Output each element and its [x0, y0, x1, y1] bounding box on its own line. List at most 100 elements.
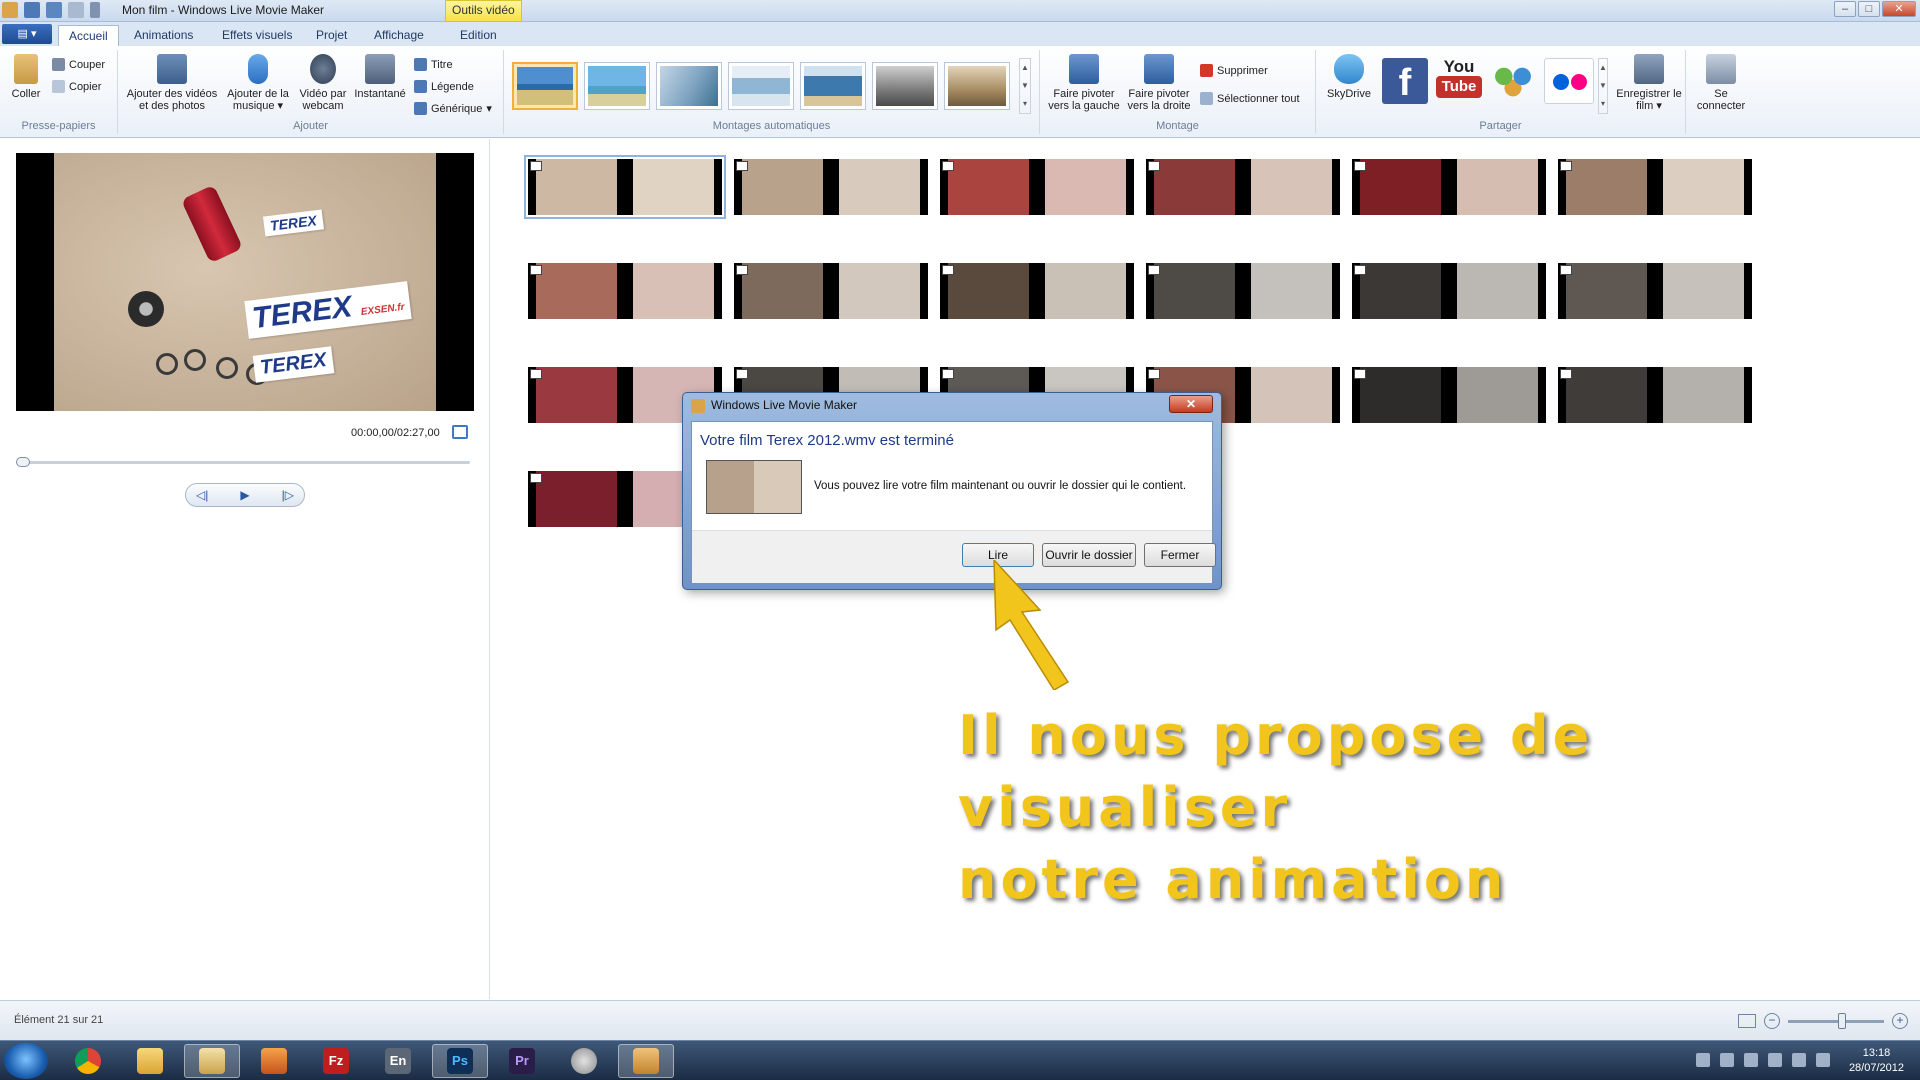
- share-gallery-scroll[interactable]: ▲ ▼ ▾: [1598, 58, 1608, 114]
- storyboard-clip[interactable]: [940, 263, 1134, 319]
- ring-part: [184, 349, 206, 371]
- zoom-out-icon[interactable]: −: [1764, 1013, 1780, 1029]
- network-icon[interactable]: [1744, 1053, 1758, 1067]
- clip-thumbnail: [734, 263, 831, 319]
- theme-fade[interactable]: [728, 62, 794, 110]
- dialog-close-button[interactable]: ✕: [1169, 395, 1213, 413]
- snapshot-button[interactable]: Instantané: [350, 54, 410, 100]
- preview-pane: TEREX TEREX EXSEN.fr TEREX 00:00,00/02:2…: [0, 139, 490, 999]
- sign-in-button[interactable]: Se connecter: [1692, 54, 1750, 112]
- zoom-slider[interactable]: [1788, 1012, 1884, 1029]
- save-movie-button[interactable]: Enregistrer le film ▾: [1614, 54, 1684, 112]
- cut-button[interactable]: Couper: [52, 58, 105, 71]
- undo-icon[interactable]: [46, 2, 62, 18]
- storyboard-clip[interactable]: [1558, 263, 1752, 319]
- previous-frame-icon[interactable]: ◁|: [196, 488, 208, 502]
- add-caption-button[interactable]: Légende: [414, 80, 474, 93]
- clip-thumbnail: [1352, 159, 1449, 215]
- rotate-right-button[interactable]: Faire pivoter vers la droite: [1124, 54, 1194, 112]
- photoshop-icon[interactable]: Ps: [432, 1044, 488, 1078]
- file-manager-icon[interactable]: [184, 1044, 240, 1078]
- customize-qat-icon[interactable]: [90, 2, 100, 18]
- storyboard-clip[interactable]: [1352, 159, 1546, 215]
- premiere-icon[interactable]: Pr: [494, 1044, 550, 1078]
- app-icon[interactable]: [2, 2, 18, 18]
- movie-maker-icon[interactable]: [618, 1044, 674, 1078]
- storyboard-clip[interactable]: [1352, 263, 1546, 319]
- volume-icon[interactable]: [1768, 1053, 1782, 1067]
- seek-bar[interactable]: [18, 461, 470, 464]
- show-hidden-icons[interactable]: [1696, 1053, 1710, 1067]
- select-all-button[interactable]: Sélectionner tout: [1200, 92, 1300, 105]
- tab-edition[interactable]: Edition: [450, 25, 507, 46]
- media-player-icon[interactable]: [246, 1044, 302, 1078]
- storyboard-clip[interactable]: [1558, 367, 1752, 423]
- play-icon[interactable]: ▶: [240, 488, 249, 502]
- webcam-video-button[interactable]: Vidéo par webcam: [296, 54, 350, 112]
- paste-button[interactable]: Coller: [8, 54, 44, 100]
- delete-button[interactable]: Supprimer: [1200, 64, 1268, 77]
- chrome-icon[interactable]: [60, 1044, 116, 1078]
- add-credits-button[interactable]: Générique ▾: [414, 102, 492, 115]
- close-window-button[interactable]: ✕: [1882, 1, 1916, 17]
- redo-icon[interactable]: [68, 2, 84, 18]
- delete-x-icon: [1200, 64, 1213, 77]
- save-icon[interactable]: [24, 2, 40, 18]
- theme-gallery-scroll[interactable]: ▲ ▼ ▾: [1019, 58, 1031, 114]
- filezilla-icon[interactable]: Fz: [308, 1044, 364, 1078]
- zoom-slider-thumb[interactable]: [1838, 1012, 1846, 1029]
- theme-cinematic[interactable]: [656, 62, 722, 110]
- storyboard-clip[interactable]: [734, 263, 928, 319]
- groups-icon[interactable]: [1490, 58, 1536, 104]
- next-frame-icon[interactable]: |▷: [282, 488, 294, 502]
- storyboard-clip[interactable]: [524, 155, 726, 219]
- theme-contemporary[interactable]: [584, 62, 650, 110]
- tab-projet[interactable]: Projet: [306, 25, 357, 46]
- storyboard-clip[interactable]: [1558, 159, 1752, 215]
- storyboard-clip[interactable]: [1146, 159, 1340, 215]
- theme-black-white[interactable]: [872, 62, 938, 110]
- add-title-button[interactable]: Titre: [414, 58, 453, 71]
- storyboard-clip[interactable]: [1352, 367, 1546, 423]
- video-preview[interactable]: TEREX TEREX EXSEN.fr TEREX: [16, 153, 474, 411]
- add-music-button[interactable]: Ajouter de la musique ▾: [222, 54, 294, 112]
- close-button[interactable]: Fermer: [1144, 543, 1216, 567]
- terex-label-bottom: TEREX: [252, 346, 335, 383]
- power-icon[interactable]: [1816, 1053, 1830, 1067]
- start-button[interactable]: [4, 1043, 48, 1079]
- zoom-in-icon[interactable]: +: [1892, 1013, 1908, 1029]
- storyboard-clip[interactable]: [528, 263, 722, 319]
- drive-icon[interactable]: [1792, 1053, 1806, 1067]
- flickr-icon[interactable]: [1544, 58, 1594, 104]
- theme-sepia[interactable]: [944, 62, 1010, 110]
- annotation-line-1: Il nous propose de visualiser: [958, 704, 1594, 839]
- seek-thumb[interactable]: [16, 457, 30, 467]
- tab-affichage[interactable]: Affichage: [364, 25, 434, 46]
- rotate-left-button[interactable]: Faire pivoter vers la gauche: [1046, 54, 1122, 112]
- clip-thumbnail: [1449, 263, 1546, 319]
- tab-accueil[interactable]: Accueil: [58, 25, 119, 46]
- thumbnail-size-icon[interactable]: [1738, 1014, 1756, 1028]
- youtube-icon[interactable]: You Tube: [1436, 58, 1482, 104]
- minimize-button[interactable]: –: [1834, 1, 1856, 17]
- copy-button[interactable]: Copier: [52, 80, 101, 93]
- clip-marker-icon: [1560, 369, 1572, 379]
- tab-effets-visuels[interactable]: Effets visuels: [212, 25, 302, 46]
- storyboard-clip[interactable]: [734, 159, 928, 215]
- facebook-icon[interactable]: f: [1382, 58, 1428, 104]
- storyboard-clip[interactable]: [940, 159, 1134, 215]
- theme-default[interactable]: [512, 62, 578, 110]
- skydrive-button[interactable]: SkyDrive: [1324, 54, 1374, 100]
- maximize-button[interactable]: □: [1858, 1, 1880, 17]
- storyboard-clip[interactable]: [1146, 263, 1340, 319]
- paint-icon[interactable]: [556, 1044, 612, 1078]
- app-menu-button[interactable]: ▤ ▾: [2, 24, 52, 44]
- en-icon[interactable]: En: [370, 1044, 426, 1078]
- action-center-icon[interactable]: [1720, 1053, 1734, 1067]
- tab-animations[interactable]: Animations: [124, 25, 203, 46]
- add-videos-photos-button[interactable]: Ajouter des vidéos et des photos: [124, 54, 220, 112]
- explorer-icon[interactable]: [122, 1044, 178, 1078]
- theme-pan-zoom[interactable]: [800, 62, 866, 110]
- clock[interactable]: 13:18 28/07/2012: [1849, 1046, 1904, 1076]
- fullscreen-icon[interactable]: [452, 425, 468, 439]
